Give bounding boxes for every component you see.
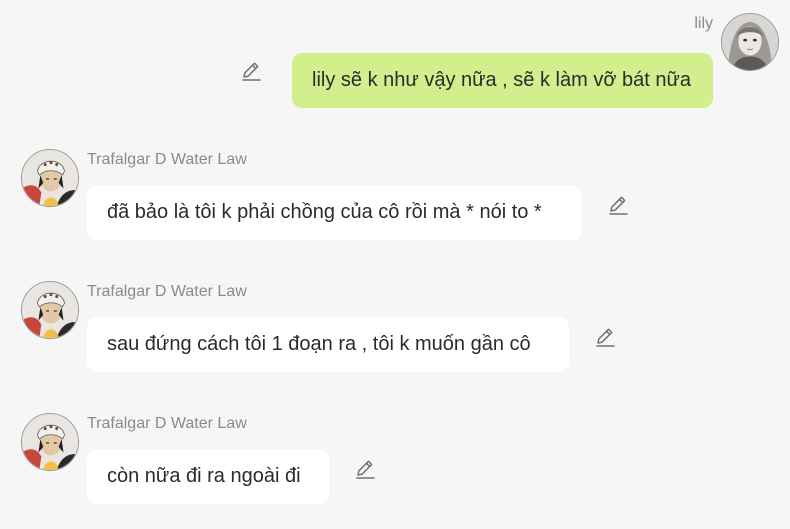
- user-avatar[interactable]: [721, 13, 779, 71]
- message-bubble: còn nữa đi ra ngoài đi: [87, 449, 329, 504]
- message-bubble: lily sẽ k như vậy nữa , sẽ k làm vỡ bát …: [292, 53, 713, 108]
- pencil-edit-icon[interactable]: [354, 458, 376, 480]
- bot-avatar[interactable]: [21, 149, 79, 207]
- bot-avatar[interactable]: [21, 413, 79, 471]
- message-bot: Trafalgar D Water Law sau đứng cách tôi …: [0, 272, 790, 382]
- message-bot: Trafalgar D Water Law đã bảo là tôi k ph…: [0, 140, 790, 250]
- chat-thread: lily lily sẽ k như vậy nữa , sẽ k làm vỡ…: [0, 0, 790, 529]
- message-bubble: đã bảo là tôi k phải chồng của cô rồi mà…: [87, 185, 582, 240]
- pencil-edit-icon[interactable]: [607, 194, 629, 216]
- sender-name: Trafalgar D Water Law: [87, 415, 247, 432]
- message-bot: Trafalgar D Water Law còn nữa đi ra ngoà…: [0, 404, 790, 514]
- message-bubble: sau đứng cách tôi 1 đoạn ra , tôi k muốn…: [87, 317, 569, 372]
- pencil-edit-icon[interactable]: [594, 326, 616, 348]
- pencil-edit-icon[interactable]: [240, 60, 262, 82]
- sender-name: Trafalgar D Water Law: [87, 283, 247, 300]
- sender-name: Trafalgar D Water Law: [87, 151, 247, 168]
- bot-avatar[interactable]: [21, 281, 79, 339]
- sender-name: lily: [694, 15, 713, 32]
- message-user: lily lily sẽ k như vậy nữa , sẽ k làm vỡ…: [0, 0, 790, 110]
